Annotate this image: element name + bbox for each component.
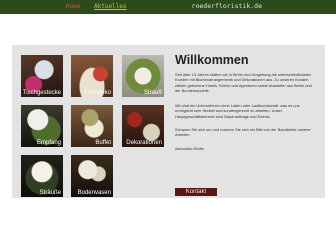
gallery-tile-bodenvasen[interactable]: Bodenvasen (71, 155, 113, 197)
contact-button[interactable]: Kontakt (175, 188, 217, 196)
tile-label: Sträuße (39, 190, 61, 196)
tile-label: Tischdeko (83, 90, 111, 96)
intro-paragraph: Seit über 15 Jahren statten wir in Berli… (175, 72, 312, 94)
signature: Alexandra Röder (175, 146, 205, 151)
tile-label: Bodenvasen (77, 190, 111, 196)
tile-label: Strauß (143, 90, 162, 96)
page-title: Willkommen (175, 53, 249, 67)
business-paragraph: Wir sind ein Unternehmen ohne Laden oder… (175, 103, 300, 119)
nav-news-link[interactable]: Aktuelles (94, 3, 127, 10)
tile-label: Tischgestecke (22, 90, 61, 96)
gallery-tile-tischgestecke[interactable]: Tischgestecke (21, 55, 63, 97)
tile-label: Empfang (36, 140, 61, 146)
gallery-tile-empfang[interactable]: Empfang (21, 105, 63, 147)
tile-label: Buffet (95, 140, 111, 146)
invitation-paragraph: Schauen Sie sich um und machen Sie sich … (175, 127, 311, 138)
gallery-tile-tischdeko[interactable]: Tischdeko (71, 55, 113, 97)
site-domain: roederfloristik.de (191, 2, 262, 10)
gallery-tile-buffet[interactable]: Buffet (71, 105, 113, 147)
nav-home-link[interactable]: Home (66, 3, 80, 10)
top-navigation-bar: Home Aktuelles roederfloristik.de (0, 0, 336, 14)
gallery-tile-strauss[interactable]: Strauß (122, 55, 164, 97)
gallery-tile-dekorationen[interactable]: Dekorationen (122, 105, 164, 147)
gallery-tile-straeusse[interactable]: Sträuße (21, 155, 63, 197)
tile-label: Dekorationen (126, 140, 162, 146)
